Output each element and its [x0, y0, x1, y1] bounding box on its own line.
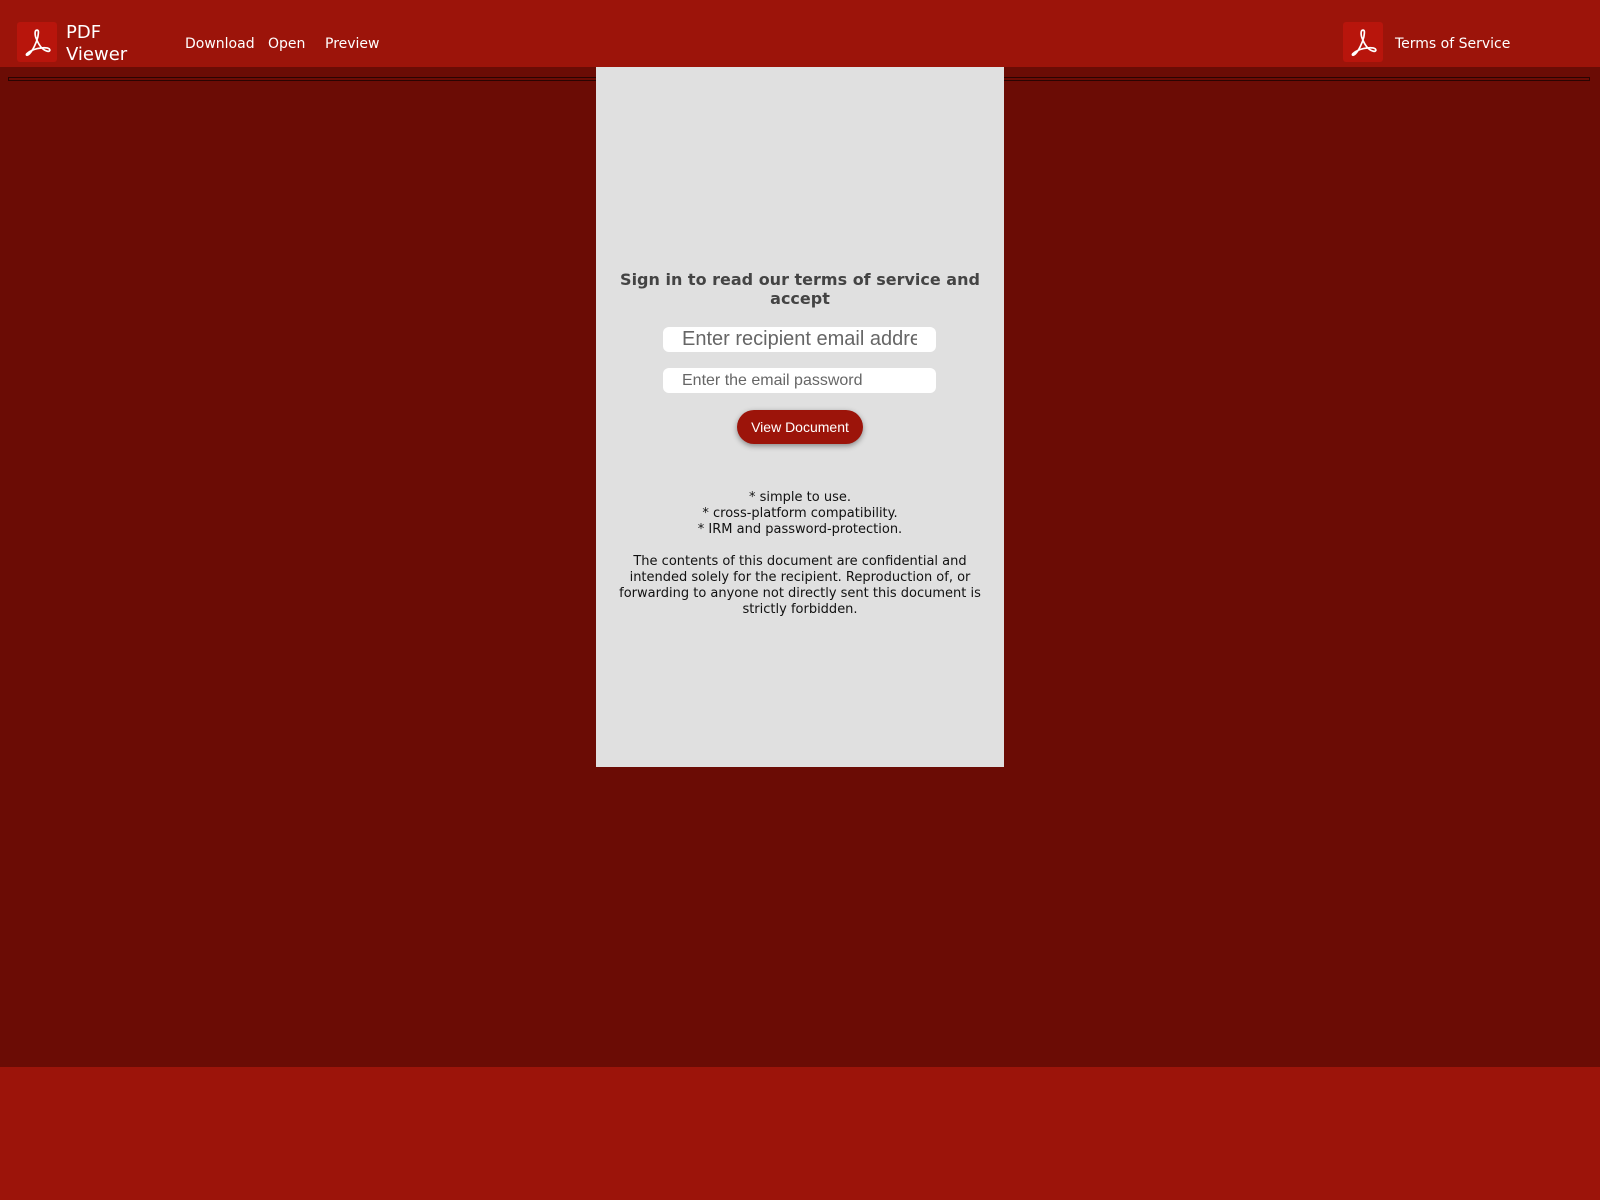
acrobat-logo-icon — [17, 22, 57, 62]
nav-preview-link[interactable]: Preview — [325, 35, 380, 53]
app-title: PDF Viewer — [66, 22, 128, 65]
nav-download-link[interactable]: Download — [185, 35, 255, 53]
footer-bar — [0, 1067, 1600, 1200]
login-heading: Sign in to read our terms of service and… — [620, 270, 980, 308]
feature-item: * cross-platform compatibility. — [702, 506, 898, 521]
feature-list: * simple to use. * cross-platform compat… — [596, 490, 1004, 538]
feature-item: * simple to use. — [748, 490, 851, 505]
feature-item: * IRM and password-protection. — [697, 522, 903, 537]
terms-of-service-link[interactable]: Terms of Service — [1395, 35, 1510, 53]
view-document-button[interactable]: View Document — [737, 410, 863, 444]
acrobat-logo-icon — [1343, 22, 1383, 62]
top-bar: PDF Viewer Download Open Preview Terms o… — [0, 0, 1600, 67]
nav-open-link[interactable]: Open — [268, 35, 305, 53]
password-input[interactable] — [663, 368, 936, 393]
confidentiality-notice: The contents of this document are confid… — [619, 554, 981, 617]
email-input[interactable] — [663, 327, 936, 352]
login-panel: Sign in to read our terms of service and… — [596, 67, 1004, 767]
